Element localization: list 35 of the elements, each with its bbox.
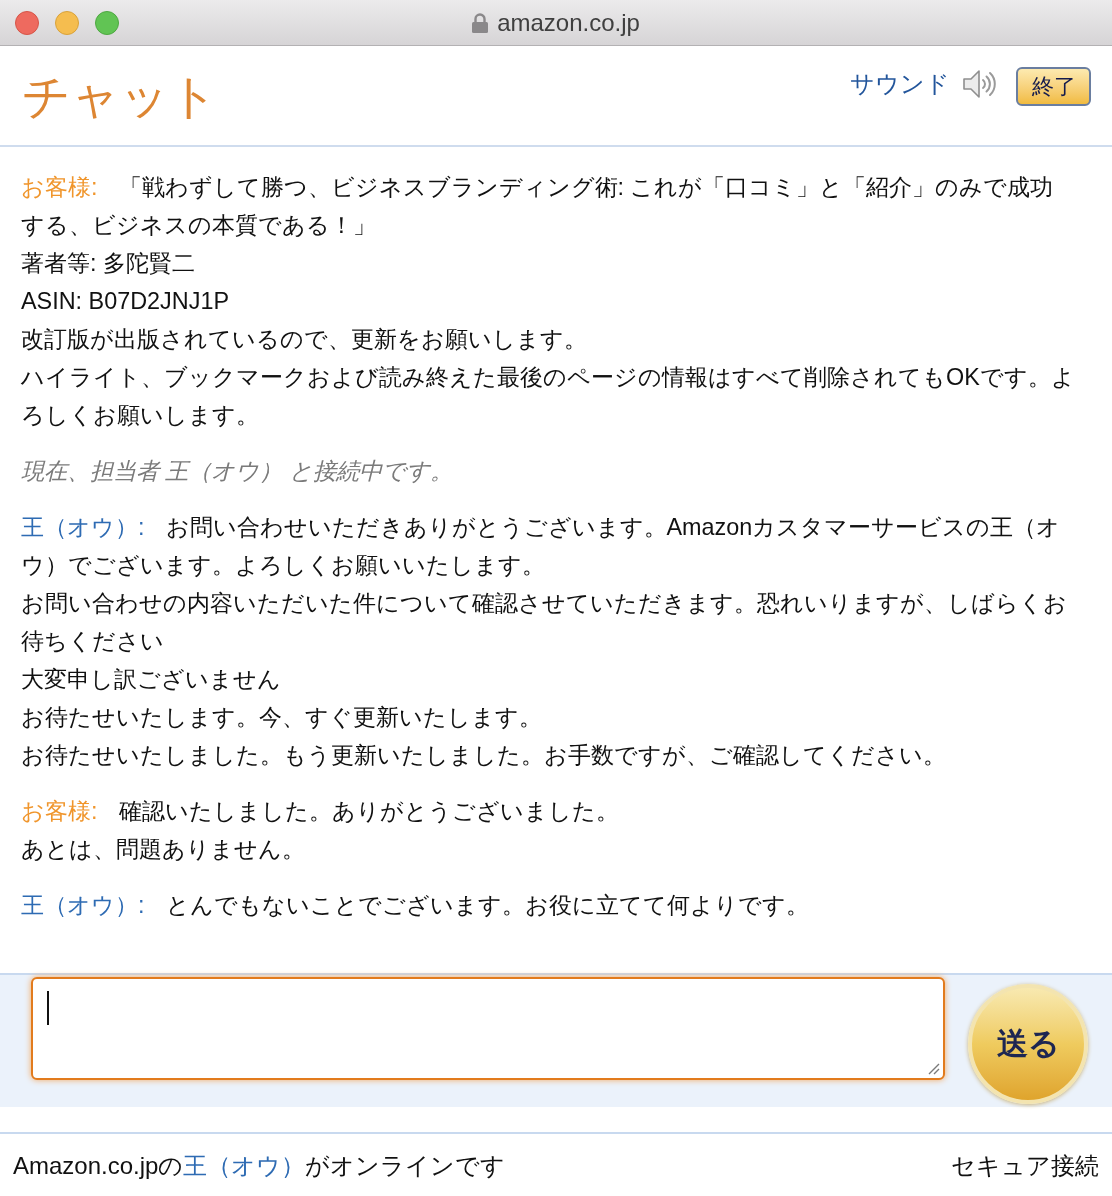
- connection-notice: 現在、担当者 王（オウ） と接続中です。: [21, 457, 454, 486]
- sender-label: お客様:: [21, 797, 98, 826]
- sender-label: 王（オウ）:: [21, 513, 145, 542]
- text-cursor-icon: [47, 991, 49, 1025]
- message-text: 「戦わずして勝つ、ビジネスブランディング術: これが「口コミ」と「紹介」のみで成功: [118, 173, 1054, 202]
- message-text: あとは、問題ありません。: [21, 835, 306, 864]
- sender-label: お客様:: [21, 173, 98, 202]
- sender-label: 王（オウ）:: [21, 891, 145, 920]
- message-text: する、ビジネスの本質である！」: [21, 211, 377, 240]
- close-icon[interactable]: [15, 10, 39, 35]
- message-text: お待たせいたします。今、すぐ更新いたします。: [21, 703, 543, 732]
- message-text: ウ）でございます。よろしくお願いいたします。: [21, 551, 546, 580]
- message-text: お問い合わせいただきありがとうございます。Amazonカスタマーサービスの王（オ: [165, 513, 1061, 542]
- lock-icon: [472, 12, 489, 33]
- message-text: お待たせいたしました。もう更新いたしました。お手数ですが、ご確認してください。: [21, 741, 947, 770]
- sound-toggle-link[interactable]: サウンド: [850, 68, 950, 99]
- send-button[interactable]: 送る: [968, 984, 1088, 1104]
- secure-connection-text: セキュア接続: [951, 1151, 1099, 1181]
- message-text: 改訂版が出版されているので、更新をお願いします。: [21, 325, 588, 354]
- message-text: 大変申し訳ございません: [21, 665, 282, 694]
- message-text: 確認いたしました。ありがとうございました。: [118, 797, 619, 826]
- chat-title: チャット: [22, 69, 218, 125]
- online-status-text: Amazon.co.jpの王（オウ）がオンラインです: [13, 1151, 506, 1181]
- message-input[interactable]: [31, 977, 945, 1080]
- address-text: amazon.co.jp: [497, 7, 640, 38]
- zoom-icon[interactable]: [95, 10, 119, 35]
- speaker-icon[interactable]: [963, 67, 997, 100]
- message-text: ハイライト、ブックマークおよび読み終えた最後のページの情報はすべて削除されてもOKです。よろしくお願いします。: [21, 363, 1076, 430]
- message-text: とんでもないことでございます。お役に立てて何よりです。: [165, 891, 809, 920]
- message-text: ASIN: B07D2JNJ1P: [21, 287, 230, 316]
- resize-grip-icon[interactable]: [928, 1063, 940, 1075]
- message-text: 著者等: 多陀賢二: [21, 249, 196, 278]
- minimize-icon[interactable]: [55, 10, 79, 35]
- message-text: お問い合わせの内容いただいた件について確認させていただきます。恐れいりますが、しばらくお待ちください: [21, 589, 1068, 656]
- end-chat-button[interactable]: 終了: [1016, 67, 1091, 106]
